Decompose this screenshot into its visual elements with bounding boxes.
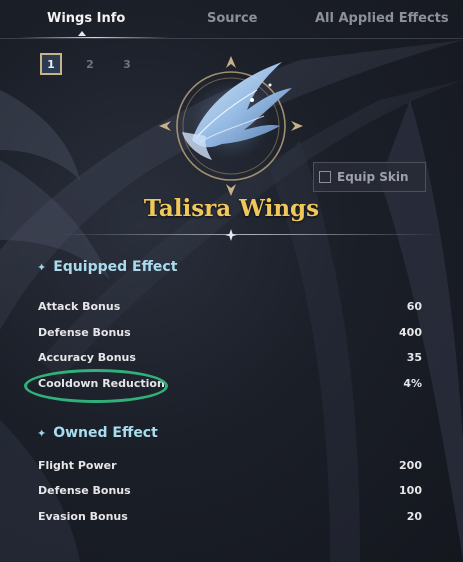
stat-value: 60 xyxy=(406,300,422,313)
stat-label: Flight Power xyxy=(38,459,117,472)
stat-label: Defense Bonus xyxy=(38,484,131,497)
equip-skin-toggle[interactable]: Equip Skin xyxy=(313,162,426,192)
sparkle-icon: ✦ xyxy=(37,260,47,274)
owned-effect-title: Owned Effect xyxy=(53,425,158,441)
checkbox-icon[interactable] xyxy=(319,171,331,183)
page-button-3[interactable]: 3 xyxy=(116,53,138,75)
stat-value: 4% xyxy=(403,377,422,390)
equipped-effect-title: Equipped Effect xyxy=(53,259,178,275)
stat-label: Defense Bonus xyxy=(38,326,131,339)
equipped-effect-header: ✦ Equipped Effect xyxy=(37,259,177,275)
wing-emblem-icon xyxy=(159,56,303,196)
stat-row: Attack Bonus 60 xyxy=(38,300,422,316)
equip-skin-label: Equip Skin xyxy=(337,170,409,184)
stat-value: 20 xyxy=(406,510,422,523)
stat-label: Evasion Bonus xyxy=(38,510,128,523)
active-tab-indicator xyxy=(78,31,86,36)
highlight-circle xyxy=(24,369,168,403)
stat-value: 35 xyxy=(406,351,422,364)
stat-row: Defense Bonus 100 xyxy=(38,484,422,500)
owned-effect-header: ✦ Owned Effect xyxy=(37,425,158,441)
diamond-ornament-icon xyxy=(225,229,237,241)
stat-value: 100 xyxy=(399,484,422,497)
stat-row: Flight Power 200 xyxy=(38,459,422,475)
stat-value: 400 xyxy=(399,326,422,339)
stat-value: 200 xyxy=(399,459,422,472)
page-button-2[interactable]: 2 xyxy=(79,53,101,75)
page-button-1[interactable]: 1 xyxy=(40,53,62,75)
title-divider xyxy=(60,234,440,235)
tab-source[interactable]: Source xyxy=(207,11,257,26)
stat-row: Accuracy Bonus 35 xyxy=(38,351,422,367)
tab-divider xyxy=(0,38,463,39)
stat-label: Attack Bonus xyxy=(38,300,121,313)
stat-row: Defense Bonus 400 xyxy=(38,326,422,342)
stat-label: Accuracy Bonus xyxy=(38,351,136,364)
sparkle-icon: ✦ xyxy=(37,426,47,440)
wings-name-title: Talisra Wings xyxy=(143,195,320,222)
stat-row: Evasion Bonus 20 xyxy=(38,510,422,526)
tab-all-applied-effects[interactable]: All Applied Effects xyxy=(315,11,449,26)
tab-bar: Wings Info Source All Applied Effects xyxy=(0,0,463,39)
tab-wings-info[interactable]: Wings Info xyxy=(47,11,125,26)
